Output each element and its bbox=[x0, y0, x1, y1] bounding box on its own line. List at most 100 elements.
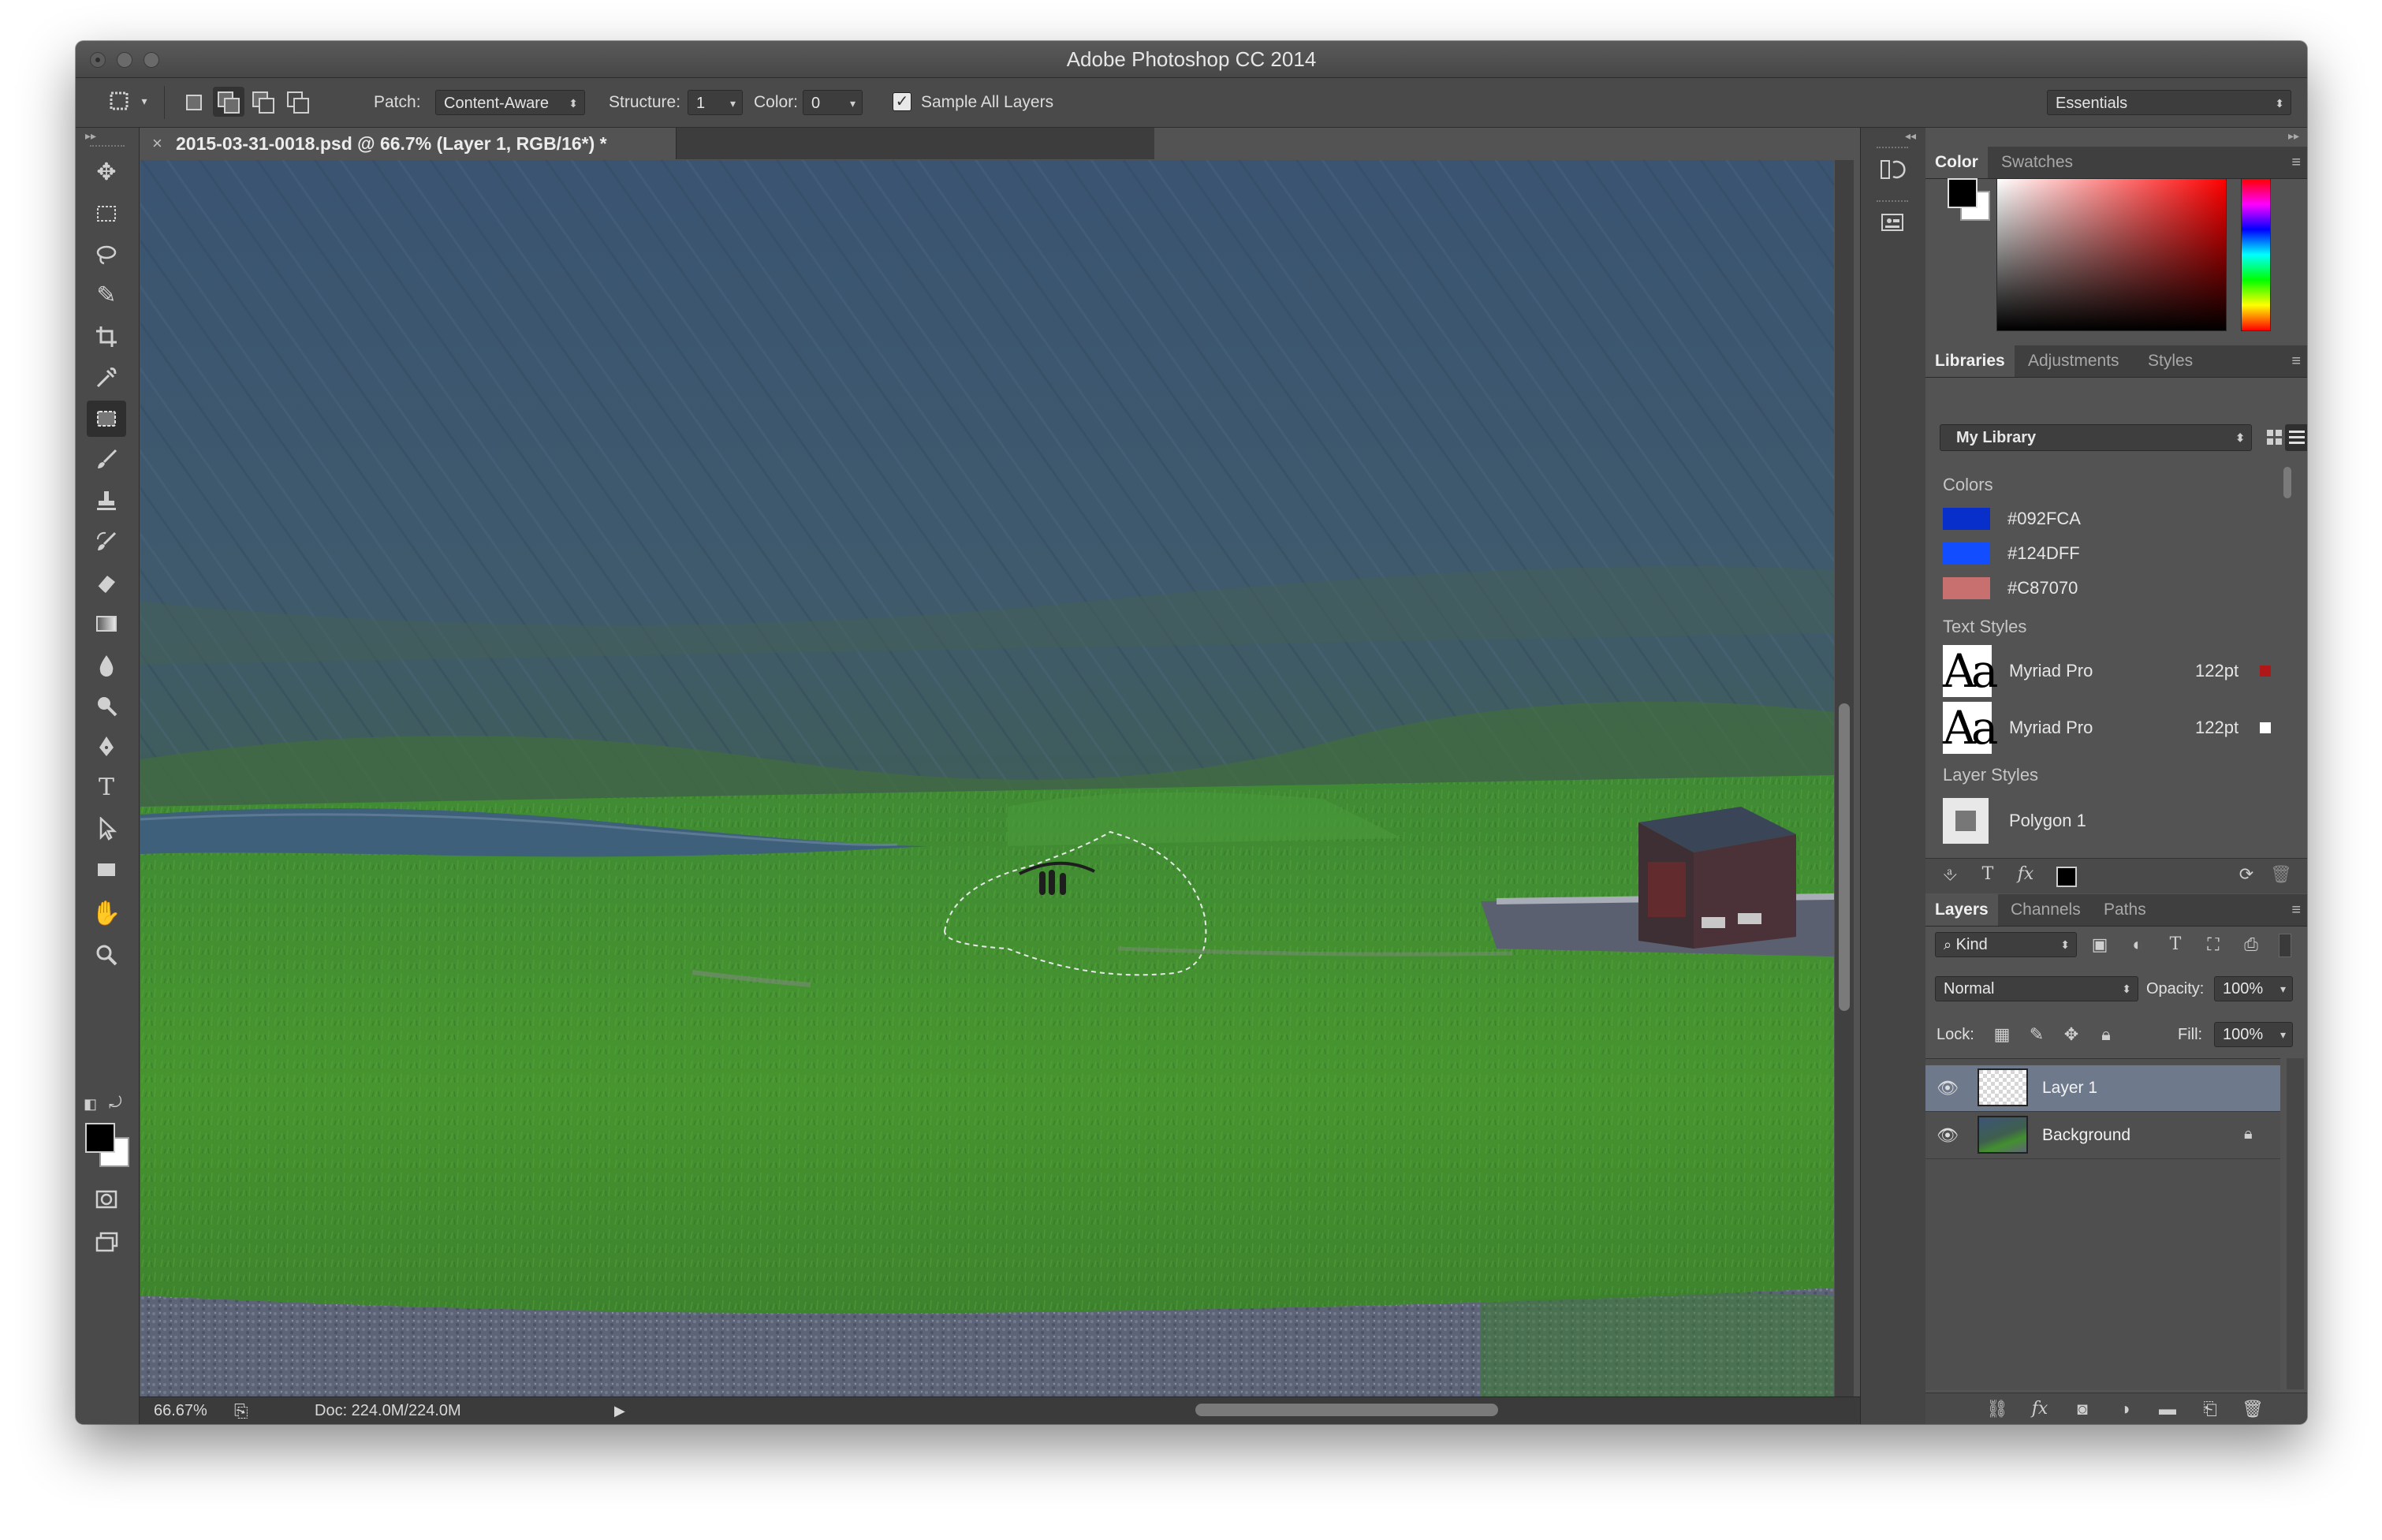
filter-pixel-layers-icon[interactable]: ▣ bbox=[2086, 929, 2113, 960]
subtract-from-selection-button[interactable] bbox=[248, 87, 279, 117]
tab-paths[interactable]: Paths bbox=[2094, 894, 2156, 926]
screen-mode-icon[interactable] bbox=[87, 1224, 126, 1260]
horizontal-scrollbar-thumb[interactable] bbox=[1195, 1404, 1498, 1416]
zoom-level[interactable]: 66.67% bbox=[154, 1397, 207, 1424]
blur-tool-icon[interactable] bbox=[87, 647, 126, 683]
sample-all-layers-checkbox[interactable]: ✓ bbox=[893, 92, 911, 111]
lasso-tool-icon[interactable] bbox=[87, 237, 126, 273]
type-tool-icon[interactable]: T bbox=[87, 770, 126, 806]
eye-icon[interactable]: 👁︎ bbox=[1937, 1078, 1959, 1098]
eye-icon[interactable]: 👁︎ bbox=[1937, 1125, 1959, 1146]
tab-color[interactable]: Color bbox=[1925, 147, 1988, 178]
move-tool-icon[interactable]: ✥ bbox=[87, 155, 126, 191]
new-adjustment-layer-icon[interactable]: ◑ bbox=[2112, 1393, 2138, 1424]
tab-layers[interactable]: Layers bbox=[1925, 894, 1998, 926]
eyedropper-tool-icon[interactable] bbox=[87, 360, 126, 396]
blend-mode-select[interactable]: Normal ⬍ bbox=[1935, 976, 2138, 1001]
dodge-tool-icon[interactable] bbox=[87, 688, 126, 724]
new-layer-icon[interactable]: ⎗ bbox=[2197, 1393, 2224, 1424]
grid-view-icon[interactable] bbox=[2263, 426, 2287, 449]
foreground-color-swatch[interactable] bbox=[85, 1123, 115, 1153]
chevron-down-icon[interactable]: ▾ bbox=[2280, 1023, 2286, 1046]
rectangle-tool-icon[interactable] bbox=[87, 852, 126, 888]
pen-tool-icon[interactable] bbox=[87, 729, 126, 765]
tab-styles[interactable]: Styles bbox=[2138, 345, 2202, 377]
opacity-input[interactable]: 100% ▾ bbox=[2214, 976, 2293, 1001]
tab-libraries[interactable]: Libraries bbox=[1925, 345, 2015, 377]
document-canvas[interactable] bbox=[140, 160, 1834, 1396]
filter-smart-objects-icon[interactable]: ⎙ bbox=[2238, 929, 2265, 960]
close-tab-icon[interactable]: × bbox=[152, 128, 162, 159]
library-color-item[interactable]: #C87070 bbox=[1943, 574, 2274, 602]
brush-tool-icon[interactable] bbox=[87, 442, 126, 478]
add-layer-style-icon[interactable]: fx bbox=[2026, 1393, 2053, 1424]
text-style-item[interactable]: Aa Myriad Pro 122pt bbox=[1943, 645, 2274, 699]
lock-transparent-pixels-icon[interactable]: ▦ bbox=[1989, 1019, 2015, 1050]
link-layers-icon[interactable]: ⛓ bbox=[1984, 1393, 2011, 1424]
add-layer-style-icon[interactable]: fx bbox=[2012, 859, 2039, 890]
lock-image-pixels-icon[interactable]: ✎ bbox=[2023, 1019, 2050, 1050]
trash-icon[interactable]: 🗑 bbox=[2268, 859, 2294, 890]
collapse-arrows-icon[interactable]: ▸▸ bbox=[85, 129, 96, 143]
path-selection-tool-icon[interactable] bbox=[87, 811, 126, 847]
lock-position-icon[interactable]: ✥ bbox=[2058, 1019, 2085, 1050]
filter-type-layers-icon[interactable]: T bbox=[2162, 929, 2189, 960]
chevron-down-icon[interactable]: ▾ bbox=[850, 91, 856, 116]
status-menu-arrow-icon[interactable]: ▶ bbox=[614, 1397, 625, 1424]
chevron-down-icon[interactable]: ▾ bbox=[2280, 977, 2286, 1001]
list-view-icon[interactable] bbox=[2285, 424, 2307, 451]
layers-scrollbar-track[interactable] bbox=[2287, 1058, 2304, 1389]
library-select[interactable]: My Library ⬍ bbox=[1940, 424, 2252, 451]
history-panel-icon[interactable] bbox=[1877, 156, 1908, 188]
layer-row[interactable]: 👁︎ Layer 1 bbox=[1925, 1065, 2280, 1112]
share-icon[interactable]: ⎘ bbox=[234, 1397, 248, 1424]
add-mask-icon[interactable]: ◙ bbox=[2069, 1393, 2096, 1424]
text-style-item[interactable]: Aa Myriad Pro 122pt bbox=[1943, 702, 2274, 755]
crop-tool-icon[interactable] bbox=[87, 319, 126, 355]
panel-grip[interactable] bbox=[90, 145, 125, 150]
intersect-selection-button[interactable] bbox=[282, 87, 314, 117]
document-tab[interactable]: × 2015-03-31-0018.psd @ 66.7% (Layer 1, … bbox=[140, 128, 677, 159]
patch-mode-select[interactable]: Content-Aware ⬍ bbox=[435, 90, 585, 115]
libraries-scrollbar-thumb[interactable] bbox=[2283, 467, 2291, 498]
vertical-scrollbar-thumb[interactable] bbox=[1839, 703, 1850, 1011]
filter-adjustment-layers-icon[interactable]: ◐ bbox=[2124, 929, 2151, 960]
hue-slider[interactable] bbox=[2241, 178, 2271, 331]
fill-input[interactable]: 100% ▾ bbox=[2214, 1022, 2293, 1047]
add-to-selection-button[interactable] bbox=[213, 87, 244, 117]
default-colors-icon[interactable]: ◧ bbox=[84, 1096, 97, 1113]
color-field[interactable] bbox=[1996, 178, 2227, 331]
expand-arrows-icon[interactable]: ◂◂ bbox=[1905, 129, 1916, 143]
panel-menu-icon[interactable]: ≡ bbox=[2291, 894, 2301, 926]
eraser-tool-icon[interactable] bbox=[87, 565, 126, 601]
filter-shape-layers-icon[interactable]: ⛶ bbox=[2200, 929, 2227, 960]
filter-toggle-switch[interactable] bbox=[2279, 934, 2291, 957]
panel-menu-icon[interactable]: ≡ bbox=[2291, 147, 2301, 178]
add-text-style-icon[interactable]: T bbox=[1974, 859, 2001, 890]
tab-swatches[interactable]: Swatches bbox=[1992, 147, 2082, 178]
library-color-item[interactable]: #124DFF bbox=[1943, 539, 2274, 568]
lock-all-icon[interactable]: 🔒︎ bbox=[2093, 1019, 2119, 1050]
layer-filter-select[interactable]: ⌕ Kind ⬍ bbox=[1935, 932, 2077, 957]
properties-panel-icon[interactable] bbox=[1877, 210, 1908, 241]
patch-tool-preset-icon[interactable] bbox=[107, 89, 131, 113]
new-group-icon[interactable]: ▬ bbox=[2154, 1393, 2181, 1424]
zoom-tool-icon[interactable] bbox=[87, 937, 126, 973]
chevron-down-icon[interactable]: ▾ bbox=[132, 89, 156, 113]
collapse-arrows-icon[interactable]: ▸▸ bbox=[2288, 129, 2299, 143]
gradient-tool-icon[interactable] bbox=[87, 606, 126, 642]
add-graphic-icon[interactable]: ⎀ bbox=[1937, 859, 1963, 890]
layer-style-item[interactable]: Polygon 1 bbox=[1943, 795, 2274, 848]
delete-layer-icon[interactable]: 🗑 bbox=[2239, 1393, 2266, 1424]
panel-menu-icon[interactable]: ≡ bbox=[2291, 345, 2301, 377]
layer-row[interactable]: 👁︎ Background 🔒︎ bbox=[1925, 1113, 2280, 1159]
panel-grip[interactable] bbox=[1877, 147, 1908, 148]
quick-selection-tool-icon[interactable]: ✎ bbox=[87, 278, 126, 314]
tab-adjustments[interactable]: Adjustments bbox=[2019, 345, 2129, 377]
workspace-select[interactable]: Essentials ⬍ bbox=[2047, 90, 2291, 115]
chevron-down-icon[interactable]: ▾ bbox=[730, 91, 736, 116]
clone-stamp-tool-icon[interactable] bbox=[87, 483, 126, 519]
hand-tool-icon[interactable]: ✋ bbox=[87, 896, 126, 932]
color-input[interactable]: 0 ▾ bbox=[803, 90, 863, 115]
new-selection-button[interactable] bbox=[178, 87, 210, 117]
